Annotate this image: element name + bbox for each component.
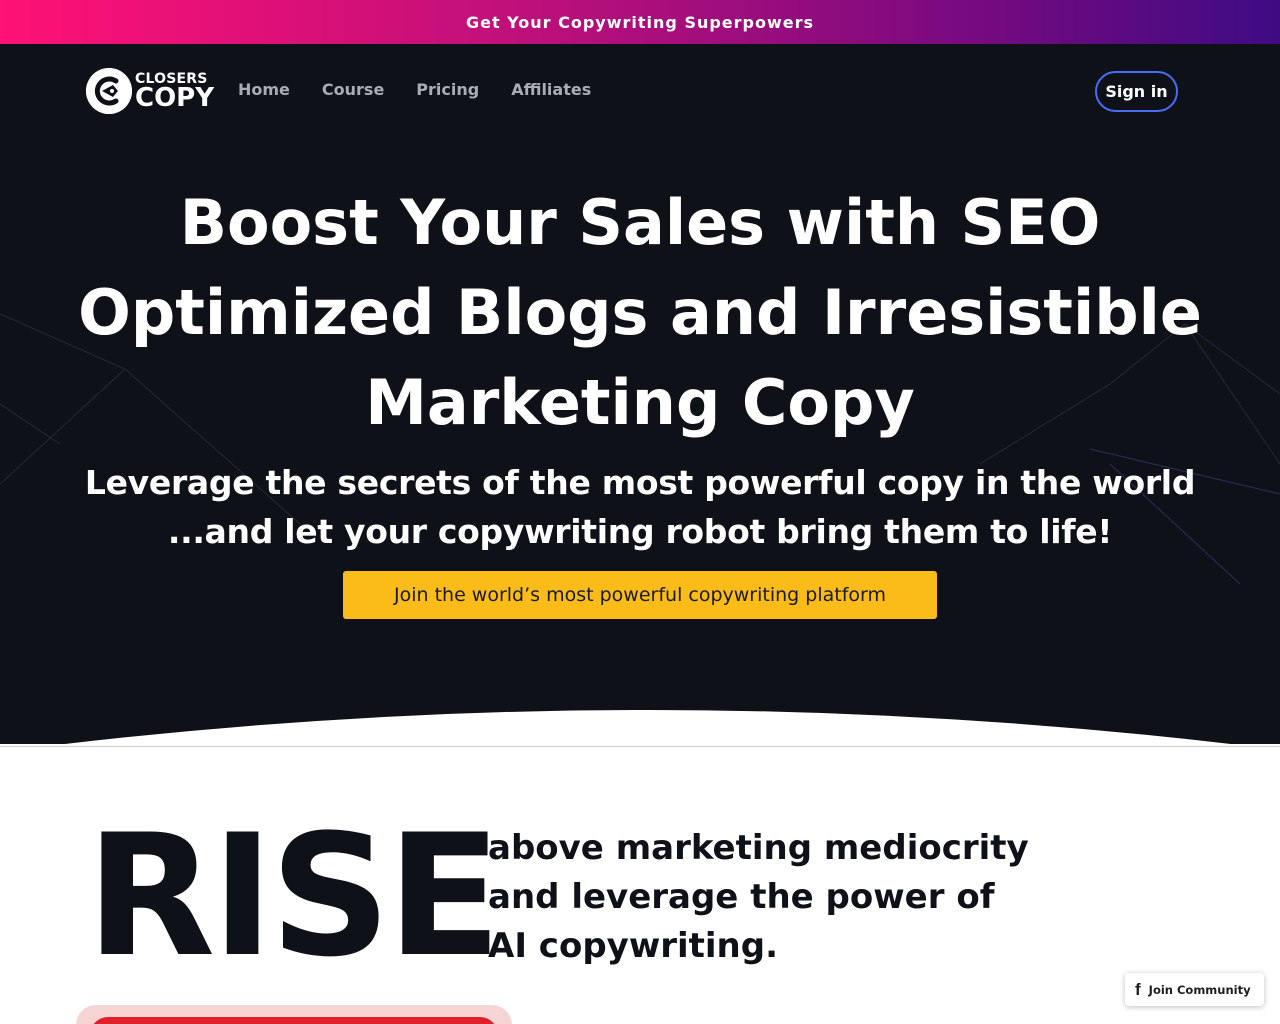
sign-in-button[interactable]: Sign in — [1095, 71, 1178, 112]
join-community-widget[interactable]: f Join Community — [1125, 973, 1264, 1006]
logo-mark-icon — [86, 68, 132, 114]
rise-tagline: above marketing mediocrity and leverage … — [488, 824, 1048, 971]
hero-bottom-curve — [0, 710, 1280, 744]
main-nav: Home Course Pricing Affiliates — [238, 80, 591, 99]
rise-tagline-line1: above marketing mediocrity — [488, 828, 1029, 868]
rise-tagline-line2: and leverage the power of — [488, 877, 995, 917]
hero-section: CLOSERS COPY Home Course Pricing Affilia… — [0, 44, 1280, 744]
hero-title-line2: Optimized Blogs and Irresistible — [78, 276, 1202, 349]
rise-headline: RISE — [86, 798, 502, 994]
nav-item-home[interactable]: Home — [238, 80, 290, 99]
rise-tagline-line3: AI copywriting. — [488, 926, 779, 966]
hero-title-line1: Boost Your Sales with SEO — [179, 186, 1101, 259]
facebook-icon: f — [1135, 979, 1141, 999]
hero-title: Boost Your Sales with SEO Optimized Blog… — [60, 178, 1220, 448]
join-platform-button[interactable]: Join the world’s most powerful copywriti… — [343, 571, 937, 619]
bottom-pill-inner[interactable] — [90, 1017, 498, 1024]
promo-bar[interactable]: Get Your Copywriting Superpowers — [0, 0, 1280, 44]
nav-item-pricing[interactable]: Pricing — [416, 80, 479, 99]
section-divider — [0, 746, 1280, 747]
join-community-label[interactable]: Join Community — [1149, 983, 1251, 997]
bottom-pill-button[interactable] — [76, 1005, 512, 1024]
hero-subtitle: Leverage the secrets of the most powerfu… — [60, 458, 1220, 556]
hero-subtitle-line2: ...and let your copywriting robot bring … — [167, 512, 1113, 551]
hero-subtitle-line1: Leverage the secrets of the most powerfu… — [84, 463, 1196, 502]
hero-title-line3: Marketing Copy — [365, 366, 915, 439]
nav-item-course[interactable]: Course — [322, 80, 384, 99]
promo-text[interactable]: Get Your Copywriting Superpowers — [466, 13, 814, 32]
brand-line2: COPY — [135, 82, 215, 113]
nav-item-affiliates[interactable]: Affiliates — [511, 80, 591, 99]
brand-logo[interactable]: CLOSERS COPY — [86, 68, 214, 114]
